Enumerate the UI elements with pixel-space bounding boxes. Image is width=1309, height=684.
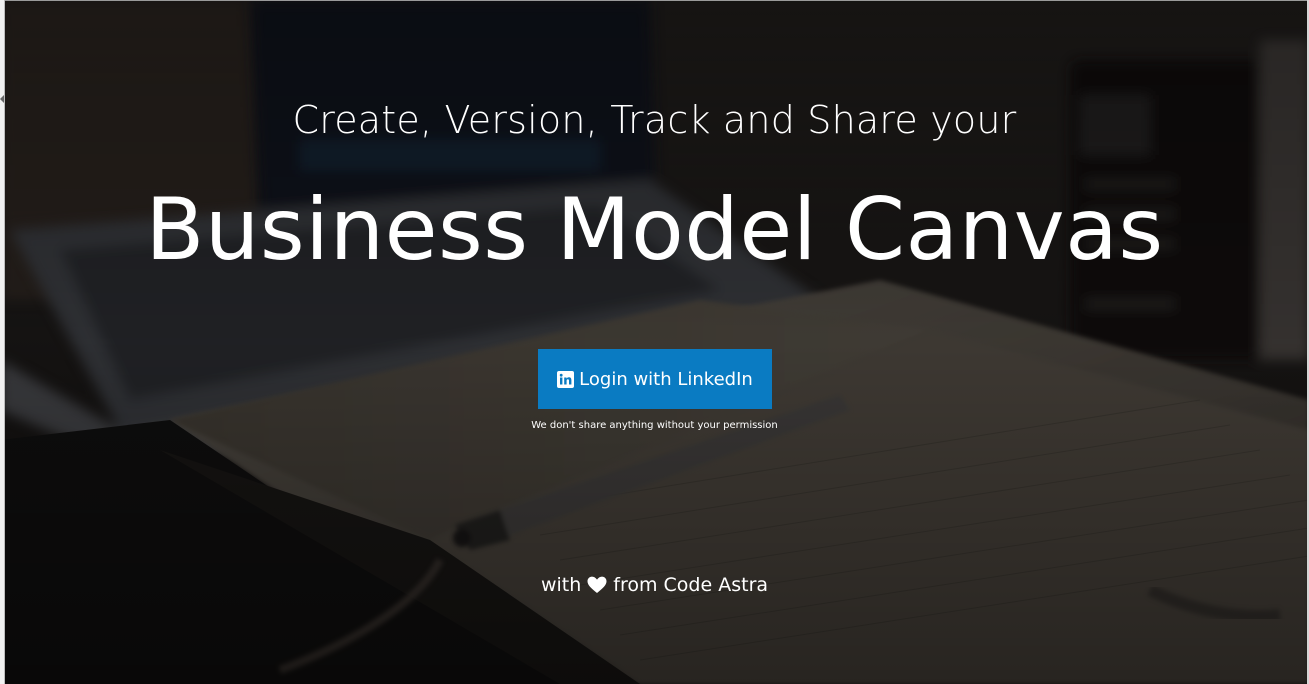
heart-icon bbox=[587, 576, 607, 593]
footer-suffix: from Code Astra bbox=[613, 574, 769, 596]
footer-credit: with from Code Astra bbox=[0, 572, 1309, 598]
hero-subtitle: Create, Version, Track and Share your bbox=[292, 98, 1017, 142]
linkedin-login-button[interactable]: Login with LinkedIn bbox=[538, 349, 772, 409]
footer-prefix: with bbox=[540, 574, 582, 596]
linkedin-icon bbox=[557, 370, 575, 388]
hero-section: Create, Version, Track and Share your Bu… bbox=[0, 0, 1309, 684]
window-top-border bbox=[0, 0, 1309, 1]
landing-page: Create, Version, Track and Share your Bu… bbox=[0, 0, 1309, 684]
hero-title: Business Model Canvas bbox=[145, 180, 1164, 280]
privacy-note: We don't share anything without your per… bbox=[531, 420, 778, 431]
login-button-label: Login with LinkedIn bbox=[579, 368, 753, 390]
collapse-caret-icon[interactable] bbox=[0, 95, 4, 103]
